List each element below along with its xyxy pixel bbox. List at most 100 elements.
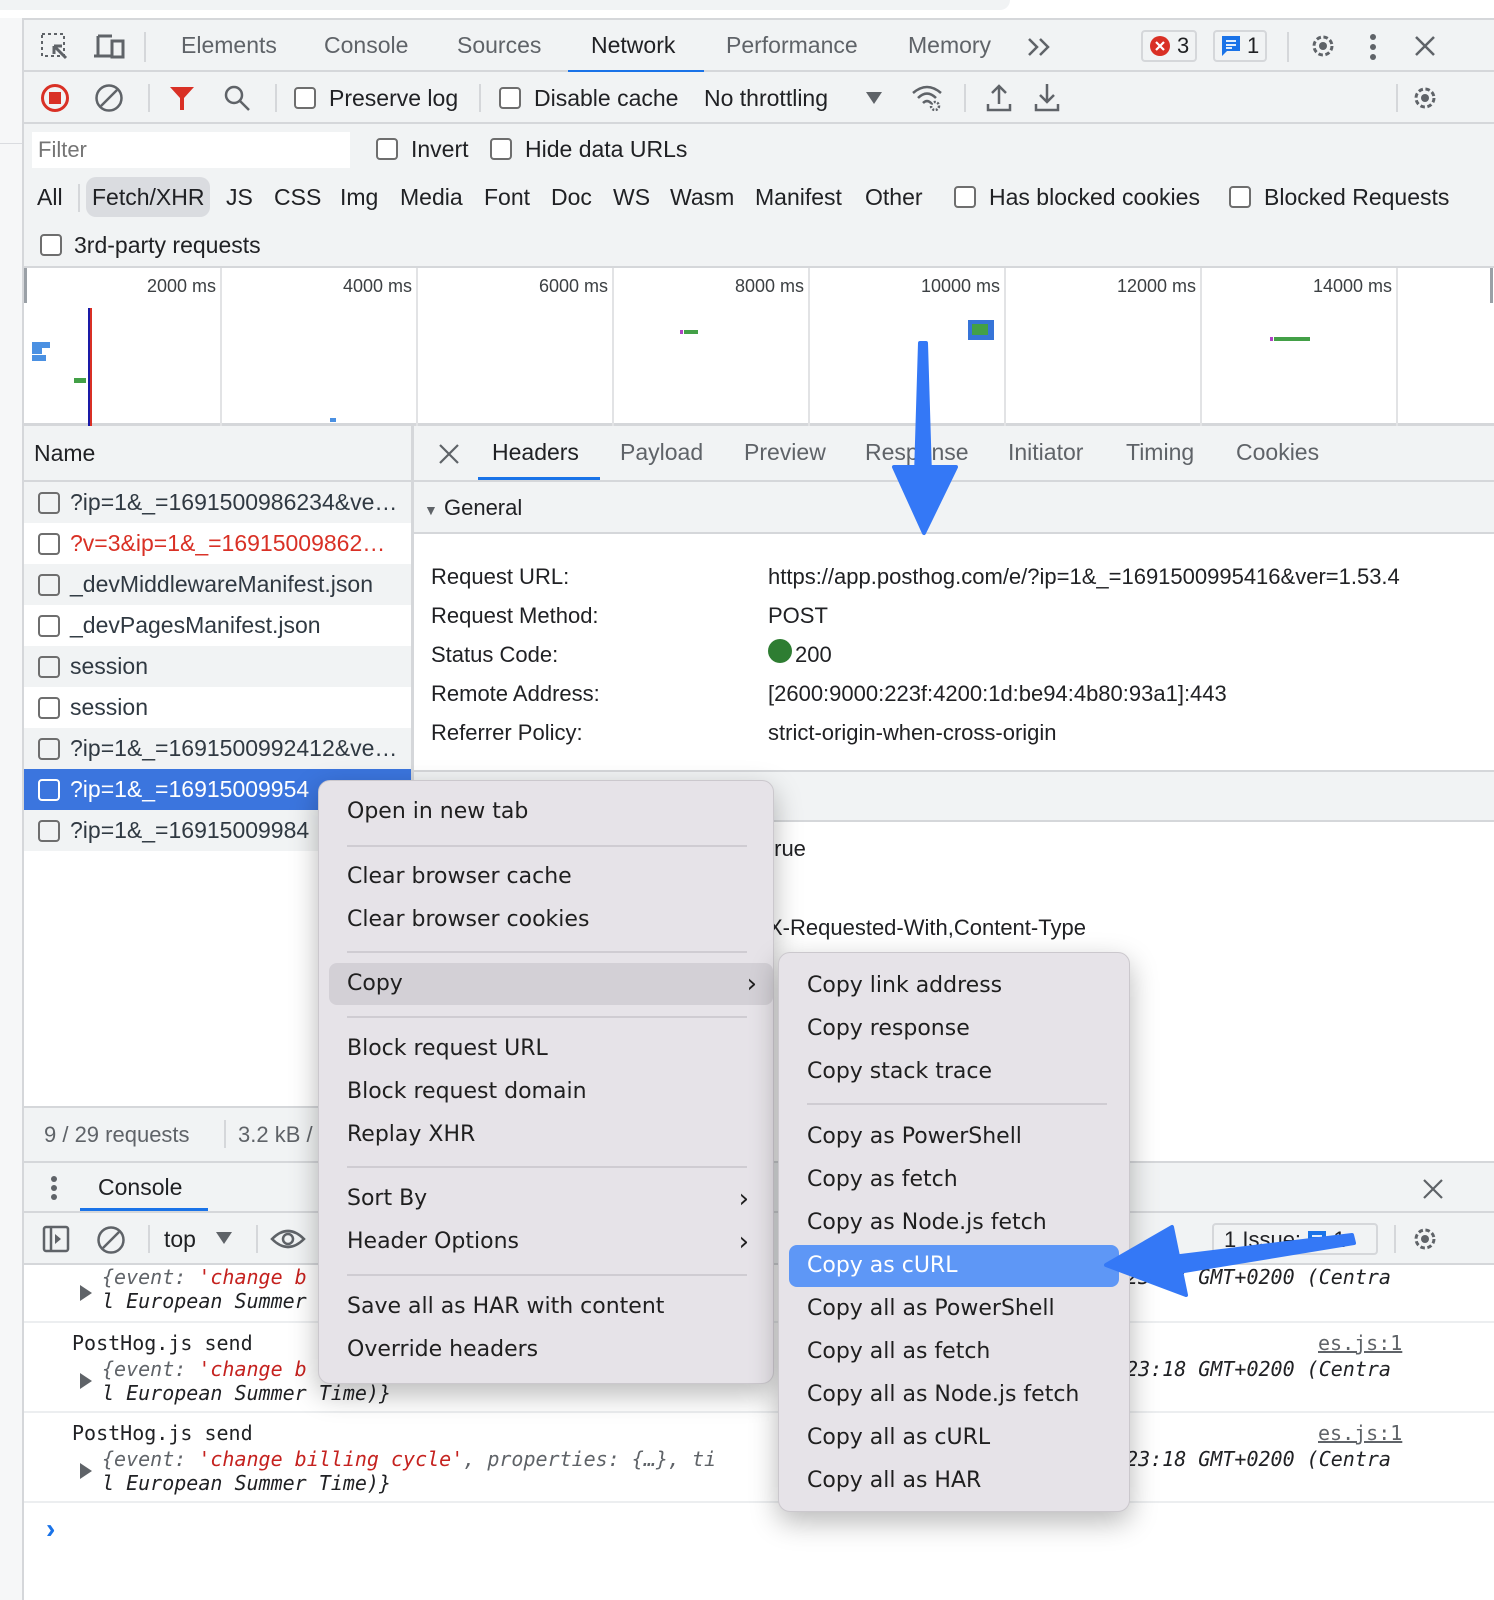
submenu-item-copy-link-address[interactable]: Copy link address <box>779 965 1129 1007</box>
menu-item-block-request-url[interactable]: Block request URL <box>319 1028 773 1070</box>
clear-console-icon[interactable] <box>96 1225 126 1255</box>
blocked-requests-label[interactable]: Blocked Requests <box>1264 184 1449 211</box>
issues-badge[interactable]: 1 Issue: 1 <box>1212 1223 1378 1255</box>
submenu-item-copy-all-as-powershell[interactable]: Copy all as PowerShell <box>779 1288 1129 1330</box>
submenu-item-copy-as-nodejs-fetch[interactable]: Copy as Node.js fetch <box>779 1202 1129 1244</box>
tab-sources[interactable]: Sources <box>457 32 541 59</box>
submenu-item-copy-all-as-har[interactable]: Copy all as HAR <box>779 1460 1129 1502</box>
detail-tab-headers[interactable]: Headers <box>492 439 579 466</box>
row-checkbox[interactable] <box>38 533 60 555</box>
errors-badge[interactable]: 3 <box>1141 30 1198 62</box>
third-party-label[interactable]: 3rd-party requests <box>74 232 261 259</box>
submenu-item-copy-all-as-nodejs-fetch[interactable]: Copy all as Node.js fetch <box>779 1374 1129 1416</box>
detail-tab-cookies[interactable]: Cookies <box>1236 439 1319 466</box>
row-checkbox[interactable] <box>38 738 60 760</box>
menu-item-clear-browser-cookies[interactable]: Clear browser cookies <box>319 899 773 941</box>
device-toolbar-icon[interactable] <box>94 32 126 62</box>
type-filter-manifest[interactable]: Manifest <box>749 177 848 217</box>
submenu-item-copy-all-as-curl[interactable]: Copy all as cURL <box>779 1417 1129 1459</box>
dropdown-triangle-icon[interactable] <box>216 1232 232 1244</box>
submenu-item-copy-as-powershell[interactable]: Copy as PowerShell <box>779 1116 1129 1158</box>
hide-data-urls-label[interactable]: Hide data URLs <box>525 136 687 163</box>
close-drawer-icon[interactable] <box>1422 1178 1444 1200</box>
request-row[interactable]: _devPagesManifest.json <box>24 605 411 646</box>
menu-item-save-all-as-har[interactable]: Save all as HAR with content <box>319 1286 773 1328</box>
filter-funnel-icon[interactable] <box>168 84 196 112</box>
tab-elements[interactable]: Elements <box>181 32 277 59</box>
request-row[interactable]: _devMiddlewareManifest.json <box>24 564 411 605</box>
network-settings-gear-icon[interactable] <box>1410 83 1440 113</box>
type-filter-css[interactable]: CSS <box>268 177 327 217</box>
request-row[interactable]: session <box>24 687 411 728</box>
type-filter-fetch-xhr[interactable]: Fetch/XHR <box>86 177 211 217</box>
source-link[interactable]: es.js:1 <box>1318 1331 1402 1355</box>
request-row[interactable]: ?ip=1&_=1691500992412&ve… <box>24 728 411 769</box>
hide-data-urls-checkbox[interactable] <box>490 138 512 160</box>
invert-label[interactable]: Invert <box>411 136 469 163</box>
row-checkbox[interactable] <box>38 820 60 842</box>
type-filter-media[interactable]: Media <box>394 177 469 217</box>
network-overview-timeline[interactable]: 2000 ms 4000 ms 6000 ms 8000 ms 10000 ms… <box>24 268 1494 426</box>
drawer-tab-console[interactable]: Console <box>98 1174 182 1201</box>
expand-triangle-icon[interactable] <box>80 1285 92 1301</box>
row-checkbox[interactable] <box>38 779 60 801</box>
submenu-item-copy-as-curl[interactable]: Copy as cURL <box>789 1245 1119 1287</box>
detail-tab-timing[interactable]: Timing <box>1126 439 1194 466</box>
console-settings-gear-icon[interactable] <box>1410 1224 1440 1254</box>
has-blocked-cookies-checkbox[interactable] <box>954 186 976 208</box>
disable-cache-label[interactable]: Disable cache <box>534 85 678 112</box>
menu-item-open-in-new-tab[interactable]: Open in new tab <box>319 791 773 833</box>
request-row[interactable]: ?ip=1&_=1691500986234&ve… <box>24 482 411 523</box>
tab-network[interactable]: Network <box>591 32 675 59</box>
chevron-double-right-icon[interactable] <box>1026 36 1052 58</box>
tab-memory[interactable]: Memory <box>908 32 991 59</box>
row-checkbox[interactable] <box>38 574 60 596</box>
detail-tab-preview[interactable]: Preview <box>744 439 826 466</box>
close-detail-icon[interactable] <box>438 443 460 465</box>
menu-item-override-headers[interactable]: Override headers <box>319 1329 773 1371</box>
type-filter-img[interactable]: Img <box>334 177 384 217</box>
name-column-header[interactable]: Name <box>24 426 411 482</box>
detail-tab-initiator[interactable]: Initiator <box>1008 439 1083 466</box>
blocked-requests-checkbox[interactable] <box>1229 186 1251 208</box>
menu-item-sort-by[interactable]: Sort By › <box>319 1178 773 1220</box>
type-filter-doc[interactable]: Doc <box>545 177 598 217</box>
type-filter-js[interactable]: JS <box>220 177 259 217</box>
inspect-element-icon[interactable] <box>40 32 70 62</box>
menu-item-clear-browser-cache[interactable]: Clear browser cache <box>319 856 773 898</box>
expand-triangle-icon[interactable] <box>80 1373 92 1389</box>
third-party-checkbox[interactable] <box>40 234 62 256</box>
overview-scroll-handle-right[interactable] <box>1490 268 1493 303</box>
menu-item-copy[interactable]: Copy › <box>329 963 773 1005</box>
row-checkbox[interactable] <box>38 615 60 637</box>
type-filter-other[interactable]: Other <box>859 177 929 217</box>
network-conditions-icon[interactable] <box>910 83 944 113</box>
import-har-icon[interactable] <box>986 82 1012 112</box>
console-prompt-icon[interactable]: › <box>46 1513 55 1545</box>
row-checkbox[interactable] <box>38 656 60 678</box>
submenu-item-copy-response[interactable]: Copy response <box>779 1008 1129 1050</box>
type-filter-font[interactable]: Font <box>478 177 536 217</box>
export-har-icon[interactable] <box>1034 82 1060 112</box>
preserve-log-label[interactable]: Preserve log <box>329 85 458 112</box>
has-blocked-cookies-label[interactable]: Has blocked cookies <box>989 184 1200 211</box>
type-filter-wasm[interactable]: Wasm <box>664 177 740 217</box>
throttling-select[interactable]: No throttling <box>704 85 828 112</box>
search-icon[interactable] <box>222 83 252 113</box>
expand-triangle-icon[interactable] <box>80 1463 92 1479</box>
tab-performance[interactable]: Performance <box>726 32 858 59</box>
type-filter-ws[interactable]: WS <box>607 177 656 217</box>
settings-gear-icon[interactable] <box>1308 31 1338 61</box>
submenu-item-copy-all-as-fetch[interactable]: Copy all as fetch <box>779 1331 1129 1373</box>
clear-icon[interactable] <box>94 83 124 113</box>
live-expression-eye-icon[interactable] <box>270 1227 306 1251</box>
preserve-log-checkbox[interactable] <box>294 87 316 109</box>
invert-checkbox[interactable] <box>376 138 398 160</box>
disable-cache-checkbox[interactable] <box>499 87 521 109</box>
messages-badge[interactable]: 1 <box>1213 30 1268 62</box>
request-row[interactable]: ?v=3&ip=1&_=16915009862… <box>24 523 411 564</box>
stop-recording-icon[interactable] <box>40 83 70 113</box>
detail-tab-payload[interactable]: Payload <box>620 439 703 466</box>
sidebar-toggle-icon[interactable] <box>42 1225 70 1253</box>
detail-tab-response[interactable]: Response <box>865 439 969 466</box>
